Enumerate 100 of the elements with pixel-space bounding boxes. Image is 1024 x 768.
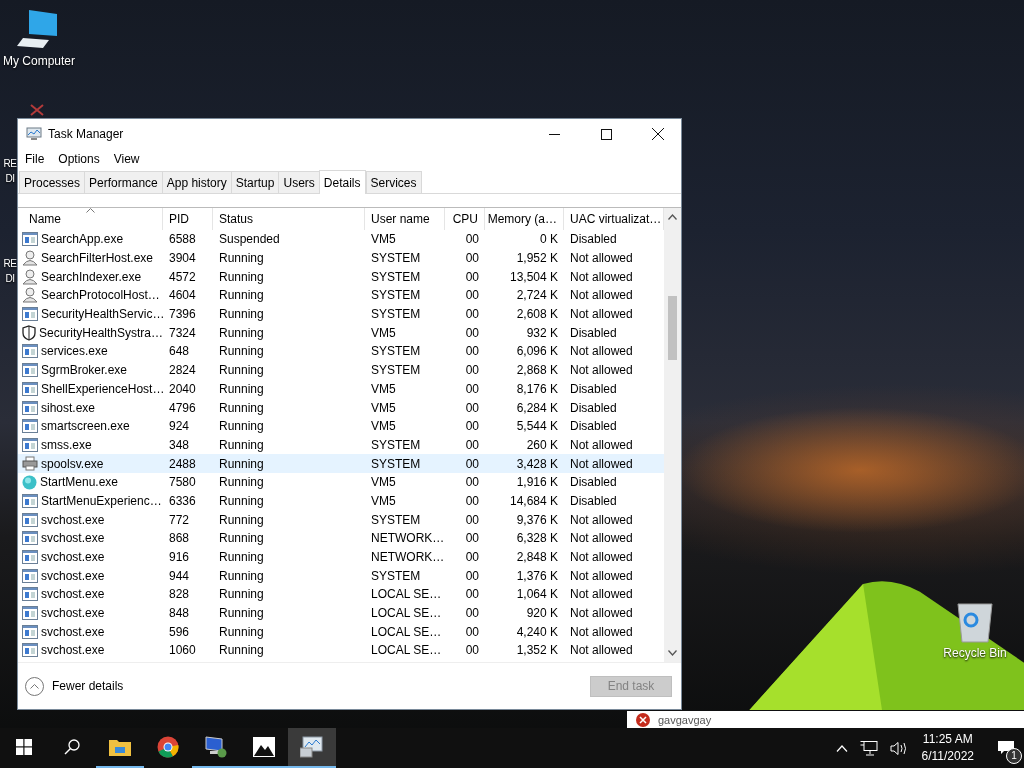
window-icon: [22, 587, 38, 602]
process-name: svchost.exe: [41, 587, 105, 602]
table-cell-text: 00: [464, 399, 480, 417]
network-icon[interactable]: [859, 740, 878, 756]
scrollbar[interactable]: [664, 208, 681, 662]
table-row[interactable]: svchost.exe 596 Running LOCAL SE… 00 4,240 K Not allowed: [18, 622, 664, 642]
process-name: StartMenu.exe: [40, 475, 119, 490]
table-cell-text: Not allowed: [569, 455, 634, 473]
desktop-icon-label[interactable]: My Computer: [3, 54, 75, 68]
sort-caret-icon: [86, 208, 95, 213]
computer-icon[interactable]: [204, 736, 228, 758]
desktop-icon-label[interactable]: RE DI: [3, 256, 17, 286]
table-cell-text: Running: [218, 530, 265, 548]
table-cell-text: SYSTEM: [370, 268, 422, 286]
menu-item[interactable]: View: [113, 152, 140, 166]
table-cell-text: SYSTEM: [370, 436, 422, 454]
process-name: StartMenuExperienc…: [41, 493, 162, 508]
window-title: Task Manager: [48, 127, 124, 141]
table-cell-text: Not allowed: [569, 306, 634, 324]
scroll-down-icon[interactable]: [668, 650, 677, 656]
table-cell-text: 00: [464, 250, 480, 268]
speaker-icon[interactable]: [889, 740, 908, 756]
table-row[interactable]: smss.exe 348 Running SYSTEM 00 260 K Not allowed: [18, 435, 664, 455]
table-row[interactable]: SecurityHealthServic… 7396 Running SYSTEM 00 2,608 K Not allowed: [18, 304, 664, 324]
chevron-up-icon[interactable]: [835, 744, 848, 752]
table-row[interactable]: smartscreen.exe 924 Running VM5 00 5,544 K Disabled: [18, 416, 664, 436]
column-header[interactable]: User name: [365, 208, 445, 230]
table-row[interactable]: services.exe 648 Running SYSTEM 00 6,096 K Not allowed: [18, 342, 664, 361]
notification-center-icon[interactable]: [998, 741, 1014, 755]
error-icon: [636, 712, 650, 727]
tab[interactable]: Processes: [19, 171, 85, 193]
table-row[interactable]: SearchIndexer.exe 4572 Running SYSTEM 00 13,504 K Not allowed: [18, 267, 664, 287]
table-cell-text: VM5: [370, 231, 397, 249]
table-row[interactable]: SearchProtocolHost… 4604 Running SYSTEM 00 2,724 K Not allowed: [18, 286, 664, 305]
monitor-chart-icon[interactable]: [300, 736, 324, 758]
tab[interactable]: App history: [161, 171, 231, 193]
tab[interactable]: Performance: [84, 171, 162, 193]
table-row[interactable]: spoolsv.exe 2488 Running SYSTEM 00 3,428 K Not allowed: [18, 454, 664, 473]
table-cell-text: Running: [218, 549, 265, 567]
table-row[interactable]: svchost.exe 848 Running LOCAL SE… 00 920 K Not allowed: [18, 603, 664, 623]
windows-logo-icon[interactable]: [16, 739, 32, 755]
column-header[interactable]: Name: [18, 208, 163, 230]
table-row[interactable]: svchost.exe 772 Running SYSTEM 00 9,376 K Not allowed: [18, 510, 664, 529]
tab[interactable]: Details: [318, 170, 366, 194]
fewer-details-link[interactable]: Fewer details: [52, 679, 124, 693]
taskbar-button[interactable]: [288, 728, 336, 768]
tab[interactable]: Startup: [230, 171, 279, 193]
table-row[interactable]: svchost.exe 868 Running NETWORK… 00 6,328 K Not allowed: [18, 529, 664, 548]
table-cell-text: 00: [464, 362, 480, 380]
desktop-icon-label[interactable]: RE DI: [3, 156, 17, 186]
table-cell-text: 1,916 K: [515, 474, 559, 492]
table-cell-text: LOCAL SE…: [370, 642, 443, 660]
table-row[interactable]: svchost.exe 944 Running SYSTEM 00 1,376 K Not allowed: [18, 566, 664, 586]
column-header[interactable]: Memory (a…: [485, 208, 564, 230]
table-cell-text: 00: [464, 418, 480, 436]
table-row[interactable]: svchost.exe 916 Running NETWORK… 00 2,848 K Not allowed: [18, 547, 664, 567]
table-row[interactable]: SearchFilterHost.exe 3904 Running SYSTEM 00 1,952 K Not allowed: [18, 248, 664, 268]
column-header[interactable]: PID: [163, 208, 213, 230]
scroll-up-icon[interactable]: [668, 214, 677, 220]
recycle-bin-icon[interactable]: [955, 600, 995, 644]
menu-item[interactable]: Options: [58, 152, 100, 166]
table-row[interactable]: ShellExperienceHost… 2040 Running VM5 00 8,176 K Disabled: [18, 379, 664, 399]
tab[interactable]: Services: [365, 171, 422, 193]
column-header[interactable]: Status: [213, 208, 365, 230]
table-cell-text: 00: [464, 380, 480, 398]
table-row[interactable]: svchost.exe 1060 Running LOCAL SE… 00 1,352 K Not allowed: [18, 641, 664, 660]
table-cell-text: 916: [168, 549, 191, 567]
process-name: ShellExperienceHost…: [41, 381, 163, 396]
table-row[interactable]: svchost.exe 828 Running LOCAL SE… 00 1,064 K Not allowed: [18, 585, 664, 604]
table-row[interactable]: StartMenu.exe 7580 Running VM5 00 1,916 K Disabled: [18, 472, 664, 492]
table-cell-text: 00: [464, 474, 480, 492]
table-cell-text: Running: [218, 343, 265, 361]
table-cell-text: Running: [218, 623, 265, 641]
table-cell-text: Running: [218, 492, 265, 510]
table-cell-text: 772: [168, 511, 191, 529]
folder-icon[interactable]: [109, 738, 131, 756]
browser-icon[interactable]: [157, 736, 179, 758]
table-cell-text: 4,240 K: [515, 623, 559, 641]
notification-banner[interactable]: gavgavgay: [627, 711, 1024, 728]
table-row[interactable]: SecurityHealthSystra… 7324 Running VM5 00 932 K Disabled: [18, 323, 664, 343]
table-cell-text: 00: [464, 567, 480, 585]
collapse-icon[interactable]: [25, 676, 44, 696]
scroll-thumb[interactable]: [668, 296, 677, 360]
shield-icon: [22, 324, 36, 341]
column-header[interactable]: CPU: [445, 208, 485, 230]
table-row[interactable]: sihost.exe 4796 Running VM5 00 6,284 K Disabled: [18, 398, 664, 417]
table-row[interactable]: StartMenuExperienc… 6336 Running VM5 00 14,684 K Disabled: [18, 491, 664, 511]
photo-icon[interactable]: [253, 737, 275, 757]
table-cell-text: SYSTEM: [370, 287, 422, 305]
table-cell-text: SYSTEM: [370, 567, 422, 585]
table-cell-text: 00: [464, 343, 480, 361]
table-cell-text: 828: [168, 586, 191, 604]
table-cell-text: Running: [218, 324, 265, 342]
process-name: smss.exe: [41, 437, 92, 452]
tab[interactable]: Users: [278, 171, 319, 193]
clock[interactable]: 11:25 AM 6/11/2022: [921, 731, 974, 765]
menu-item[interactable]: File: [25, 152, 45, 166]
table-row[interactable]: SearchApp.exe 6588 Suspended VM5 00 0 K Disabled: [18, 230, 664, 249]
search-icon[interactable]: [64, 739, 80, 755]
table-row[interactable]: SgrmBroker.exe 2824 Running SYSTEM 00 2,868 K Not allowed: [18, 360, 664, 380]
